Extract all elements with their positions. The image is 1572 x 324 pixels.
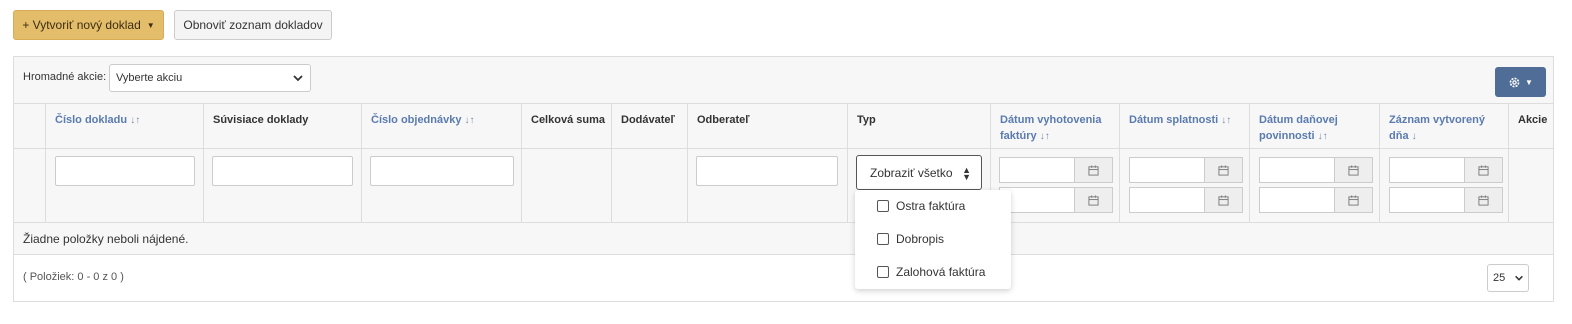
date-to-input[interactable] — [1389, 187, 1465, 213]
column-label: Typ — [857, 114, 876, 126]
type-option-label: Ostra faktúra — [896, 199, 966, 213]
date-to-input[interactable] — [1259, 187, 1335, 213]
column-header-total-sum: Celková suma — [522, 104, 612, 148]
filter-tax-date-from — [1259, 157, 1373, 183]
type-option-ostra-faktura[interactable]: Ostra faktúra — [877, 197, 965, 215]
column-label: Dátum vyhotovenia faktúry — [1000, 114, 1102, 142]
sort-icon[interactable]: ↓↑ — [1040, 131, 1050, 142]
column-header-type: Typ — [848, 104, 991, 148]
column-label: Akcie — [1518, 114, 1548, 126]
refresh-list-button[interactable]: Obnoviť zoznam dokladov — [174, 10, 332, 40]
calendar-icon[interactable] — [1205, 157, 1243, 183]
filter-order-number-input[interactable] — [370, 156, 514, 186]
type-option-label: Dobropis — [896, 232, 945, 246]
refresh-list-label: Obnoviť zoznam dokladov — [183, 18, 323, 32]
filter-related-documents-input[interactable] — [212, 156, 353, 186]
column-header-due-date[interactable]: Dátum splatnosti ↓↑ — [1120, 104, 1250, 148]
page-size-value: 25 — [1493, 272, 1506, 284]
checkbox-icon[interactable] — [877, 200, 889, 212]
table-settings-button[interactable]: ▼ — [1495, 67, 1546, 97]
bulk-actions-selected: Vyberte akciu — [116, 72, 183, 84]
checkbox-column-header — [14, 104, 46, 148]
calendar-icon[interactable] — [1075, 157, 1113, 183]
type-filter-selected: Zobraziť všetko — [870, 165, 953, 180]
gear-icon — [1509, 77, 1520, 87]
table-header: Číslo dokladu ↓↑ Súvisiace doklady Číslo… — [14, 103, 1553, 149]
type-option-zalohova-faktura[interactable]: Zalohová faktúra — [877, 263, 985, 281]
column-label: Celková suma — [531, 114, 605, 126]
filter-tax-date-to — [1259, 187, 1373, 213]
column-header-document-number[interactable]: Číslo dokladu ↓↑ — [46, 104, 204, 148]
column-label: Číslo dokladu — [55, 114, 128, 126]
chevron-down-icon — [293, 75, 303, 82]
checkbox-icon[interactable] — [877, 266, 889, 278]
filter-row — [14, 149, 1553, 223]
empty-message-row: Žiadne položky neboli nájdené. — [14, 223, 1553, 255]
filter-issue-date-to — [999, 187, 1113, 213]
chevron-down-icon: ▼ — [146, 20, 155, 30]
filter-due-date-from — [1129, 157, 1243, 183]
column-header-actions: Akcie — [1509, 104, 1553, 148]
filter-created-date-from — [1389, 157, 1503, 183]
checkbox-icon[interactable] — [877, 233, 889, 245]
column-label: Záznam vytvorený dňa — [1389, 114, 1485, 142]
sort-icon[interactable]: ↓↑ — [1318, 131, 1328, 142]
type-filter-dropdown: Ostra faktúra Dobropis Zalohová faktúra — [855, 190, 1011, 289]
date-from-input[interactable] — [1129, 157, 1205, 183]
column-header-supplier: Dodávateľ — [612, 104, 688, 148]
column-label: Dátum splatnosti — [1129, 114, 1219, 126]
filter-document-number-input[interactable] — [55, 156, 195, 186]
filter-due-date-to — [1129, 187, 1243, 213]
calendar-icon[interactable] — [1465, 157, 1503, 183]
type-option-dobropis[interactable]: Dobropis — [877, 230, 944, 248]
sort-desc-icon[interactable]: ↓ — [1412, 131, 1417, 142]
column-label: Číslo objednávky — [371, 114, 462, 126]
page-size-select[interactable]: 25 — [1487, 264, 1529, 292]
calendar-icon[interactable] — [1465, 187, 1503, 213]
item-count: ( Položiek: 0 - 0 z 0 ) — [23, 271, 124, 283]
sort-icon[interactable]: ↓↑ — [1221, 115, 1231, 126]
column-label: Odberateľ — [697, 114, 750, 126]
column-label: Dodávateľ — [621, 114, 675, 126]
calendar-icon[interactable] — [1075, 187, 1113, 213]
column-header-related-documents: Súvisiace doklady — [204, 104, 362, 148]
filter-issue-date-from — [999, 157, 1113, 183]
column-header-issue-date[interactable]: Dátum vyhotovenia faktúry ↓↑ — [991, 104, 1120, 148]
type-option-label: Zalohová faktúra — [896, 265, 986, 279]
documents-panel: Hromadné akcie: Vyberte akciu ▼ Číslo do… — [13, 56, 1554, 302]
column-header-created-date[interactable]: Záznam vytvorený dňa ↓ — [1380, 104, 1509, 148]
sort-icon[interactable]: ↓↑ — [465, 115, 475, 126]
column-header-order-number[interactable]: Číslo objednávky ↓↑ — [362, 104, 522, 148]
chevron-down-icon — [1515, 275, 1523, 281]
date-from-input[interactable] — [1259, 157, 1335, 183]
type-filter-select[interactable]: Zobraziť všetko ▲ ▼ — [856, 155, 982, 190]
create-document-label: + Vytvoriť nový doklad — [22, 18, 141, 32]
filter-customer-input[interactable] — [696, 156, 838, 186]
sort-icon[interactable]: ↓↑ — [130, 115, 140, 126]
column-header-tax-date[interactable]: Dátum daňovej povinnosti ↓↑ — [1250, 104, 1380, 148]
filter-created-date-to — [1389, 187, 1503, 213]
bulk-actions-label: Hromadné akcie: — [23, 71, 107, 83]
date-from-input[interactable] — [999, 157, 1075, 183]
column-label: Súvisiace doklady — [213, 114, 309, 126]
create-document-button[interactable]: + Vytvoriť nový doklad ▼ — [13, 10, 164, 40]
date-from-input[interactable] — [1389, 157, 1465, 183]
bulk-actions-select[interactable]: Vyberte akciu — [109, 64, 311, 92]
empty-message: Žiadne položky neboli nájdené. — [23, 232, 189, 246]
column-header-customer: Odberateľ — [688, 104, 848, 148]
date-to-input[interactable] — [1129, 187, 1205, 213]
calendar-icon[interactable] — [1205, 187, 1243, 213]
chevron-down-icon: ▼ — [1525, 77, 1533, 87]
calendar-icon[interactable] — [1335, 157, 1373, 183]
table-footer: ( Položiek: 0 - 0 z 0 ) 25 — [14, 255, 1553, 301]
sort-updown-icon: ▲ ▼ — [962, 165, 971, 182]
calendar-icon[interactable] — [1335, 187, 1373, 213]
